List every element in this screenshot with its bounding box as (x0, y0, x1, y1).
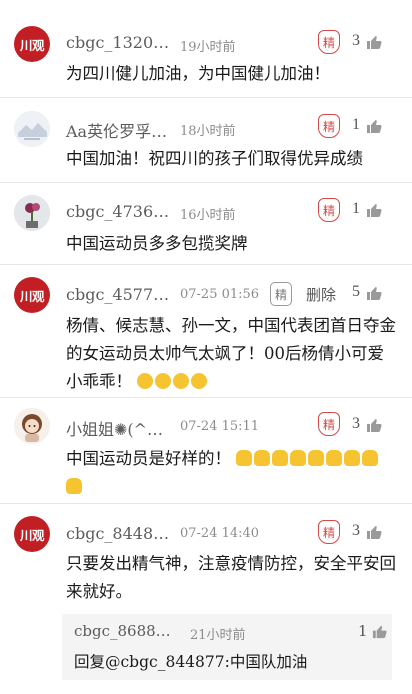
thumbs-up-icon[interactable] (366, 417, 382, 433)
reply-timestamp: 21小时前 (190, 628, 246, 643)
clap-emoji-icon (326, 450, 343, 466)
wink-tongue-emoji-icon (191, 373, 208, 389)
timestamp: 07-24 14:40 (180, 526, 260, 541)
avatar[interactable]: 川观 (14, 277, 50, 313)
reply-box[interactable]: cbgc_8688… 21小时前 1 回复@cbgc_844877:中国队加油 (62, 614, 392, 680)
like-count: 3 (352, 415, 360, 432)
featured-badge: 精 (318, 198, 340, 222)
comment-text: 中国运动员多多包揽奖牌 (66, 234, 248, 253)
wink-tongue-emoji-icon (173, 373, 190, 389)
thumbs-up-icon[interactable] (366, 118, 382, 134)
like-count: 1 (352, 116, 360, 133)
thumbs-up-emoji-icon (272, 450, 289, 466)
rofl-emoji-icon (137, 373, 154, 389)
username[interactable]: cbgc_1320… (66, 33, 169, 52)
username[interactable]: cbgc_4577… (66, 285, 169, 304)
username[interactable]: cbgc_8448… (66, 524, 169, 543)
comment-item: cbgc_4736… 16小时前 精 1 中国运动员多多包揽奖牌 (0, 183, 412, 263)
rofl-emoji-icon (155, 373, 172, 389)
featured-badge: 精 (318, 114, 340, 138)
comment-item: Aa英伦罗孚… 18小时前 精 1 中国加油！祝四川的孩子们取得优异成绩 (0, 98, 412, 182)
comment-item: 小姐姐✺(^… 07-24 15:11 精 3 中国运动员是好样的！ (0, 398, 412, 502)
like-count: 3 (352, 522, 360, 539)
avatar[interactable]: 川观 (14, 26, 50, 62)
comment-text: 中国运动员是好样的！ (66, 445, 396, 501)
timestamp: 16小时前 (180, 208, 236, 223)
username[interactable]: 小姐姐✺(^… (66, 416, 163, 440)
like-count: 3 (352, 32, 360, 49)
comment-text: 只要发出精气神，注意疫情防控，安全平安回来就好。 (66, 554, 396, 601)
timestamp: 18小时前 (180, 124, 236, 139)
featured-badge: 精 (318, 30, 340, 54)
reply-like-count: 1 (358, 622, 368, 640)
thumbs-up-emoji-icon (236, 450, 253, 466)
delete-button[interactable]: 删除 (306, 284, 336, 305)
comment-text-body: 杨倩、候志慧、孙一文，中国代表团首日夺金的女运动员太帅气太飒了！00后杨倩小可爱… (66, 316, 396, 391)
comment-text-body: 中国运动员是好样的！ (66, 449, 231, 468)
comment-text: 杨倩、候志慧、孙一文，中国代表团首日夺金的女运动员太帅气太飒了！00后杨倩小可爱… (66, 312, 396, 396)
featured-badge: 精 (270, 282, 292, 306)
thumbs-up-icon[interactable] (366, 285, 382, 301)
thumbs-up-icon[interactable] (366, 34, 382, 50)
username[interactable]: cbgc_4736… (66, 202, 169, 221)
thumbs-up-icon[interactable] (366, 202, 382, 218)
featured-badge: 精 (318, 412, 340, 436)
thumbs-up-icon[interactable] (372, 624, 387, 639)
clap-emoji-icon (362, 450, 379, 466)
emoji-row (137, 372, 209, 391)
avatar[interactable]: 川观 (14, 516, 50, 552)
clap-emoji-icon (66, 478, 82, 494)
timestamp: 07-24 15:11 (180, 419, 260, 434)
cartoon-girl-icon (14, 408, 50, 444)
comment-item: 川观 cbgc_4577… 07-25 01:56 精 删除 5 杨倩、候志慧、… (0, 265, 412, 397)
comment-item: 川观 cbgc_1320… 19小时前 精 3 为四川健儿加油，为中国健儿加油！ (0, 0, 412, 98)
username[interactable]: Aa英伦罗孚… (66, 118, 167, 142)
comment-text: 为四川健儿加油，为中国健儿加油！ (66, 64, 330, 83)
avatar[interactable] (14, 195, 50, 231)
avatar[interactable] (14, 408, 50, 444)
thumbs-up-icon[interactable] (366, 524, 382, 540)
thumbs-up-emoji-icon (254, 450, 271, 466)
flower-photo-icon (14, 195, 50, 231)
timestamp: 07-25 01:56 (180, 287, 260, 302)
avatar[interactable] (14, 111, 50, 147)
landscape-photo-icon (14, 111, 50, 147)
like-count: 1 (352, 200, 360, 217)
reply-username[interactable]: cbgc_8688… (74, 622, 171, 640)
like-count: 5 (352, 283, 360, 300)
reply-text: 回复@cbgc_844877:中国队加油 (74, 653, 308, 671)
comment-text: 中国加油！祝四川的孩子们取得优异成绩 (66, 149, 363, 168)
featured-badge: 精 (318, 520, 340, 544)
timestamp: 19小时前 (180, 40, 236, 55)
clap-emoji-icon (308, 450, 325, 466)
clap-emoji-icon (344, 450, 361, 466)
thumbs-up-emoji-icon (290, 450, 307, 466)
